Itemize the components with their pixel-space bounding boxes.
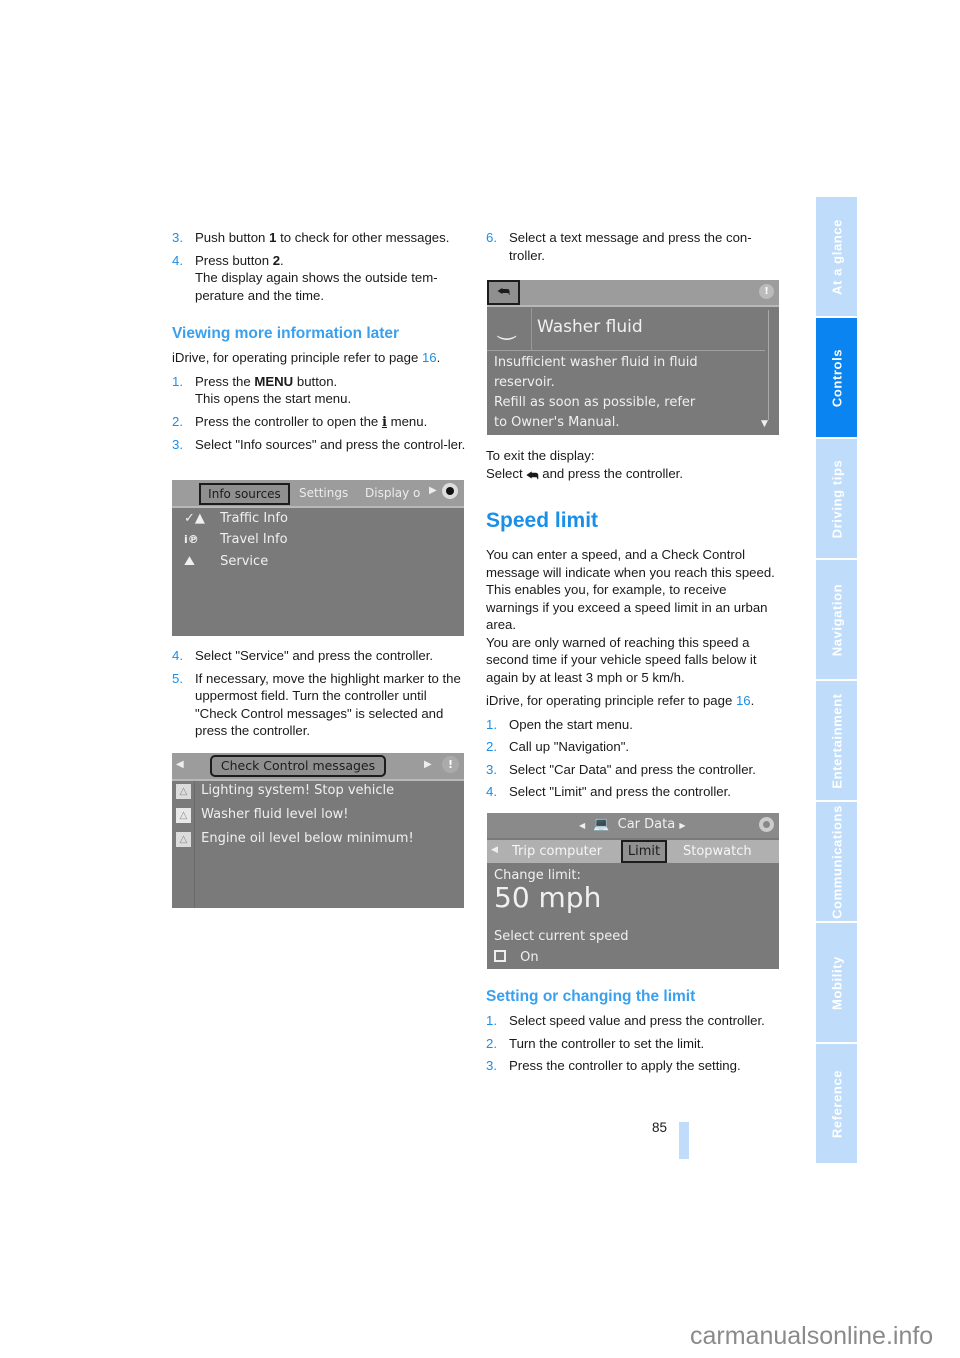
washer-icon-cell: ⏝: [487, 308, 532, 351]
step-5-highlight-marker: 5. If necessary, move the highlight mark…: [172, 670, 461, 739]
back-arrow-icon: ⮪: [526, 467, 539, 483]
step-4-select-service: 4. Select "Service" and press the contro…: [172, 648, 434, 663]
step-number: 3.: [172, 230, 183, 245]
warning-triangle-icon: △: [176, 832, 191, 847]
step-1-menu: 1. Press the MENU button. This opens the…: [172, 373, 352, 407]
tab-info-sources[interactable]: Info sources: [199, 483, 290, 505]
computer-icon: 💻: [593, 817, 610, 832]
tab-trip-computer[interactable]: Trip computer: [512, 844, 602, 859]
heading-setting-limit: Setting or changing the limit: [486, 988, 696, 1005]
left-column-steps-service: 4. Select "Service" and press the contro…: [172, 647, 467, 745]
tab-driving-tips[interactable]: Driving tips: [816, 439, 857, 558]
tab-settings[interactable]: Settings: [299, 486, 348, 500]
tab-at-a-glance[interactable]: At a glance: [816, 197, 857, 316]
left-column: 3. Push button 1 to check for other mess…: [172, 229, 467, 459]
car-data-title: ◀ 💻 Car Data ▶: [579, 817, 686, 832]
back-button[interactable]: ⮪: [487, 280, 520, 305]
heading-speed-limit: Speed limit: [486, 509, 599, 532]
controller-icon: [442, 483, 458, 499]
tab-reference[interactable]: Reference: [816, 1044, 857, 1163]
screen-check-control: ◀ Check Control messages ▶ ! △ Lighting …: [172, 753, 464, 908]
step-6-select-message: 6. Select a text message and press the c…: [486, 230, 752, 263]
chapter-tabs: At a glance Controls Driving tips Naviga…: [816, 197, 857, 1165]
prev-arrow-icon[interactable]: ◀: [579, 821, 585, 830]
exit-instruction: To exit the display: Select ⮪ and press …: [486, 448, 684, 483]
message-lighting-system[interactable]: △ Lighting system! Stop vehicle: [176, 783, 394, 799]
tab-stopwatch[interactable]: Stopwatch: [683, 844, 752, 859]
warning-triangle-icon: △: [176, 784, 191, 799]
section-heading-viewing-later: Viewing more information later: [172, 325, 400, 342]
right-column-step-6: 6. Select a text message and press the c…: [486, 229, 781, 269]
speed-step: 4. Select "Limit" and press the controll…: [486, 784, 731, 799]
tab-entertainment[interactable]: Entertainment: [816, 681, 857, 800]
message-washer-fluid[interactable]: △ Washer fluid level low!: [176, 807, 349, 823]
menu-button-label: MENU: [254, 373, 294, 389]
page-link[interactable]: 16: [422, 350, 437, 365]
scroll-left-icon[interactable]: ◀: [491, 845, 498, 855]
service-car-icon: ⛰: [184, 554, 195, 569]
speed-limit-paragraph-2: You are only warned of reaching this spe…: [486, 634, 757, 685]
step-4-press-button: 4. Press button 2. The display again sho…: [172, 252, 438, 303]
tab-display[interactable]: Display o: [365, 486, 420, 500]
step-number: 4.: [172, 252, 183, 268]
scroll-right-icon[interactable]: ▶: [424, 759, 432, 770]
message-body-line: Refill as soon as possible, refer: [494, 395, 696, 410]
setting-step: 2. Turn the controller to set the limit.: [486, 1035, 705, 1051]
on-checkbox-row[interactable]: On: [494, 950, 539, 965]
watermark: carmanualsonline.info: [690, 1322, 934, 1350]
scrollbar[interactable]: [768, 310, 769, 420]
checkbox[interactable]: [494, 950, 506, 962]
scroll-right-icon[interactable]: ▶: [429, 485, 437, 496]
travel-info-icon: i℗: [184, 533, 199, 546]
menu-item-travel-info[interactable]: i℗ Travel Info: [184, 532, 288, 547]
screen-top-bar: [487, 280, 779, 307]
idrive-reference: iDrive, for operating principle refer to…: [172, 350, 441, 365]
warning-triangle-icon: △: [176, 808, 191, 823]
page-number: 85: [652, 1120, 668, 1135]
controller-icon: [759, 817, 774, 832]
speed-limit-paragraph-1: You can enter a speed, and a Check Contr…: [486, 547, 775, 632]
right-column-setting: Setting or changing the limit 1. Select …: [486, 967, 781, 1080]
page-marker-bar: [679, 1122, 689, 1159]
message-title: Washer fluid: [537, 317, 643, 337]
tab-controls[interactable]: Controls: [816, 318, 857, 437]
tab-mobility[interactable]: Mobility: [816, 923, 857, 1042]
scroll-down-icon[interactable]: ▼: [761, 419, 768, 429]
select-current-speed[interactable]: Select current speed: [494, 929, 629, 944]
speed-step: 2. Call up "Navigation".: [486, 739, 630, 754]
windshield-washer-icon: ⏝: [497, 315, 517, 339]
tab-limit[interactable]: Limit: [621, 840, 667, 863]
scroll-left-icon[interactable]: ◀: [176, 759, 184, 770]
menu-item-traffic-info[interactable]: ✓▲ Traffic Info: [184, 511, 288, 526]
message-body-line: to Owner's Manual.: [494, 415, 620, 430]
speed-step: 1. Open the start menu.: [486, 716, 633, 732]
idrive-reference: iDrive, for operating principle refer to…: [486, 693, 755, 708]
right-column-main: To exit the display: Select ⮪ and press …: [486, 447, 781, 806]
limit-value[interactable]: 50 mph: [494, 881, 601, 914]
step-3-push-button: 3. Push button 1 to check for other mess…: [172, 230, 450, 245]
page-link[interactable]: 16: [736, 693, 751, 708]
screen-washer-fluid: ⮪ ! ⏝ Washer fluid Insufficient washer f…: [487, 280, 779, 435]
tab-communications[interactable]: Communications: [816, 802, 857, 921]
traffic-warning-icon: ✓▲: [184, 511, 205, 526]
menu-item-service[interactable]: ⛰ Service: [184, 554, 268, 569]
message-body-line: Insufficient washer fluid in fluid: [494, 355, 698, 370]
setting-step: 1. Select speed value and press the cont…: [486, 1013, 765, 1028]
step-3-info-sources: 3. Select "Info sources" and press the c…: [172, 437, 466, 452]
message-engine-oil[interactable]: △ Engine oil level below minimum!: [176, 831, 414, 847]
screen-info-sources: Info sources Settings Display o ▶ ✓▲ Tra…: [172, 480, 464, 636]
next-arrow-icon[interactable]: ▶: [679, 821, 685, 830]
screen-car-data: ◀ 💻 Car Data ▶ ◀ Trip computer Limit Sto…: [487, 813, 779, 969]
message-body-line: reservoir.: [494, 375, 555, 390]
step-2-open-i-menu: 2. Press the controller to open the i me…: [172, 413, 428, 430]
check-control-title[interactable]: Check Control messages: [210, 755, 386, 777]
speed-step: 3. Select "Car Data" and press the contr…: [486, 761, 756, 777]
tab-navigation[interactable]: Navigation: [816, 560, 857, 679]
setting-step: 3. Press the controller to apply the set…: [486, 1058, 741, 1073]
alert-controller-icon: !: [759, 284, 774, 299]
alert-controller-icon: !: [442, 756, 459, 773]
